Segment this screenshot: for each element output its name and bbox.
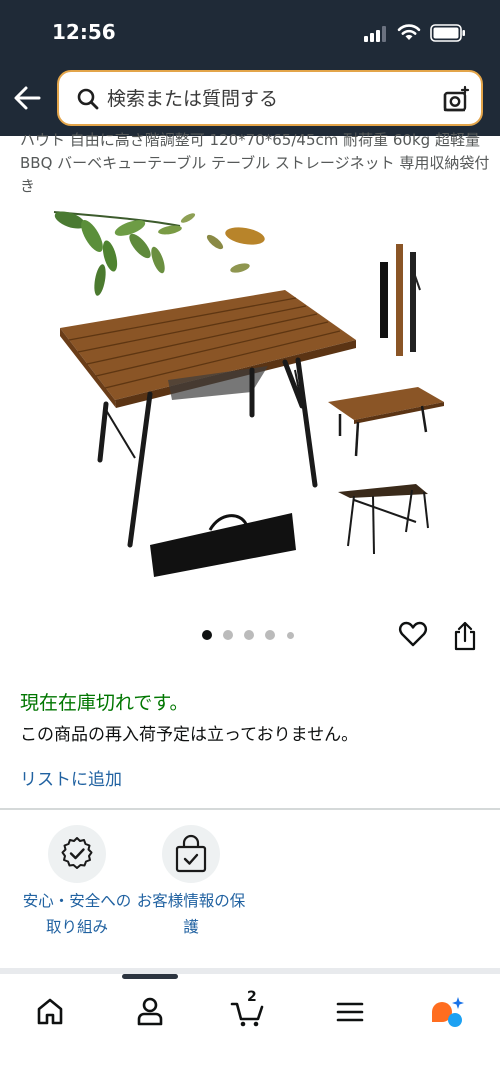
carousel-dot[interactable] bbox=[265, 630, 275, 640]
arrow-left-icon bbox=[14, 86, 41, 110]
nav-account-button[interactable] bbox=[130, 992, 170, 1032]
leaves-decoration bbox=[53, 211, 265, 296]
lock-bag-icon bbox=[162, 825, 220, 883]
trust-safety-link[interactable]: 安心・安全への取り組み bbox=[17, 825, 137, 940]
camera-icon bbox=[443, 85, 470, 112]
product-title: ハウト 自由に高さ階調整可 120*70*65/45cm 耐荷重 60kg 超軽… bbox=[20, 131, 490, 195]
account-icon bbox=[137, 997, 163, 1026]
search-bar[interactable] bbox=[57, 70, 483, 126]
app-header: 12:56 bbox=[0, 0, 500, 136]
nav-rufus-button[interactable] bbox=[428, 992, 468, 1032]
back-button[interactable] bbox=[12, 84, 46, 112]
camera-search-button[interactable] bbox=[441, 85, 471, 115]
share-icon bbox=[454, 621, 476, 651]
carousel-dot[interactable] bbox=[244, 630, 254, 640]
search-icon bbox=[77, 88, 99, 110]
trust-safety-label: 安心・安全への取り組み bbox=[22, 892, 132, 936]
small-table-frame bbox=[338, 484, 429, 555]
cellular-signal-icon bbox=[364, 26, 386, 42]
nav-menu-button[interactable] bbox=[330, 992, 370, 1032]
trust-privacy-label: お客様情報の保護 bbox=[136, 892, 246, 936]
heart-icon bbox=[399, 621, 427, 647]
status-bar: 12:56 bbox=[0, 0, 500, 64]
home-icon bbox=[37, 998, 63, 1025]
carousel-dot[interactable] bbox=[287, 632, 294, 639]
add-to-list-link[interactable]: リストに追加 bbox=[20, 765, 122, 790]
active-tab-indicator bbox=[122, 974, 178, 979]
folded-parts bbox=[380, 244, 421, 356]
table-photo bbox=[53, 211, 444, 577]
main-table bbox=[60, 290, 356, 548]
menu-icon bbox=[336, 1002, 364, 1022]
carousel-dot[interactable] bbox=[223, 630, 233, 640]
wifi-icon bbox=[397, 24, 421, 40]
nav-home-button[interactable] bbox=[30, 992, 70, 1032]
nav-cart-button[interactable]: 2 bbox=[230, 989, 270, 1032]
bottom-nav: 2 bbox=[0, 974, 500, 1080]
search-input[interactable] bbox=[107, 86, 427, 112]
shield-check-icon bbox=[48, 825, 106, 883]
small-table-low bbox=[328, 387, 444, 457]
carry-bag bbox=[150, 513, 296, 577]
restock-notice: この商品の再入荷予定は立っておりません。 bbox=[20, 725, 359, 745]
rufus-icon bbox=[432, 997, 464, 1027]
wishlist-button[interactable] bbox=[398, 620, 430, 652]
cart-count-badge: 2 bbox=[247, 989, 257, 1005]
product-image[interactable] bbox=[40, 200, 470, 600]
status-time: 12:56 bbox=[52, 20, 116, 44]
section-divider bbox=[0, 808, 500, 810]
battery-icon bbox=[430, 24, 465, 42]
stock-status: 現在在庫切れです。 bbox=[20, 692, 189, 714]
share-button[interactable] bbox=[452, 620, 480, 652]
carousel-dot-active[interactable] bbox=[202, 630, 212, 640]
trust-privacy-link[interactable]: お客様情報の保護 bbox=[131, 825, 251, 940]
